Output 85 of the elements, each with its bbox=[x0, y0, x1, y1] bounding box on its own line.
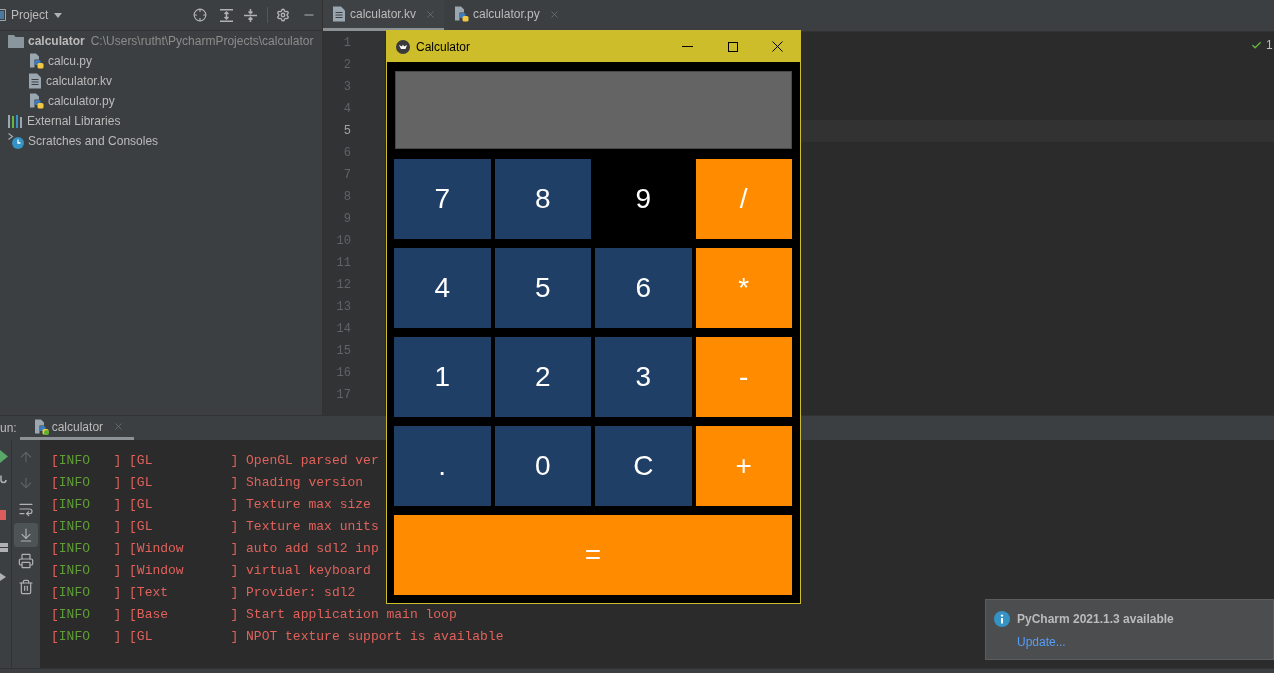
arrow-icon[interactable] bbox=[0, 573, 6, 581]
log-source: [GL ] bbox=[129, 628, 239, 647]
log-message: NPOT texture support is available bbox=[246, 628, 504, 647]
down-arrow-icon bbox=[18, 475, 34, 491]
tree-item[interactable]: External Libraries bbox=[27, 112, 121, 130]
log-source: [GL ] bbox=[129, 496, 239, 515]
settings-icon[interactable] bbox=[276, 8, 290, 22]
hook-icon[interactable] bbox=[0, 475, 7, 484]
python-file-icon bbox=[453, 6, 470, 22]
log-level: [INFO ] bbox=[51, 562, 122, 581]
problems-count[interactable]: 1 bbox=[1266, 36, 1273, 54]
minimize-icon bbox=[682, 46, 693, 47]
caret-icon bbox=[54, 12, 63, 18]
expand-all-icon[interactable] bbox=[220, 8, 233, 22]
log-level: [INFO ] bbox=[51, 584, 122, 603]
log-source: [Base ] bbox=[129, 606, 239, 625]
log-level: [INFO ] bbox=[51, 628, 122, 647]
log-source: [Text ] bbox=[129, 584, 239, 603]
python-file-icon bbox=[28, 93, 44, 109]
notification-title: PyCharm 2021.1.3 available bbox=[1017, 611, 1174, 628]
console-tool-button[interactable] bbox=[14, 523, 38, 547]
log-message: Texture max size bbox=[246, 496, 371, 515]
locate-icon[interactable] bbox=[193, 8, 207, 22]
log-level: [INFO ] bbox=[51, 540, 122, 559]
log-message: OpenGL parsed ver bbox=[246, 452, 379, 471]
calculator-key[interactable]: . bbox=[394, 426, 491, 506]
logo-icon bbox=[396, 39, 410, 54]
calculator-key[interactable]: 0 bbox=[494, 426, 591, 506]
log-message: auto add sdl2 inp bbox=[246, 540, 379, 559]
log-message: Provider: sdl2 bbox=[246, 584, 356, 603]
print-icon bbox=[18, 553, 34, 569]
log-message: Shading version bbox=[246, 474, 364, 493]
soft-wrap-icon bbox=[18, 501, 34, 517]
calculator-key[interactable]: 7 bbox=[394, 159, 491, 239]
log-level: [INFO ] bbox=[51, 474, 122, 493]
panel-icon[interactable] bbox=[0, 9, 6, 21]
update-link[interactable]: Update... bbox=[1017, 633, 1066, 651]
run-icon[interactable] bbox=[0, 450, 8, 463]
calculator-key[interactable]: 5 bbox=[494, 248, 591, 328]
project-view-dropdown[interactable]: Project bbox=[11, 6, 63, 24]
maximize-icon bbox=[727, 41, 738, 52]
log-level: [INFO ] bbox=[51, 606, 122, 625]
info-icon bbox=[994, 611, 1010, 627]
log-source: [Window ] bbox=[129, 562, 239, 581]
log-message: Start application main loop bbox=[246, 606, 457, 625]
tree-item[interactable]: calcu.py bbox=[48, 52, 93, 70]
log-source: [GL ] bbox=[129, 474, 239, 493]
tree-item[interactable]: Scratches and Consoles bbox=[28, 132, 159, 150]
calculator-key[interactable]: 8 bbox=[494, 159, 591, 239]
log-message: Texture max units bbox=[246, 518, 379, 537]
log-level: [INFO ] bbox=[51, 452, 122, 471]
tree-item[interactable]: calculator.kv bbox=[46, 72, 113, 90]
library-bars-icon bbox=[8, 114, 23, 128]
scratch-clock-icon bbox=[8, 133, 24, 149]
python-file-icon bbox=[28, 53, 44, 69]
run-panel-title: un: bbox=[0, 420, 17, 437]
scroll-to-end-icon bbox=[18, 527, 34, 543]
trash-icon bbox=[18, 579, 34, 595]
calculator-key[interactable]: C bbox=[595, 426, 692, 506]
calculator-key[interactable]: 6 bbox=[595, 248, 692, 328]
log-level: [INFO ] bbox=[51, 518, 122, 537]
up-arrow-icon bbox=[18, 449, 34, 465]
window-title: Calculator bbox=[416, 38, 471, 56]
calculator-key[interactable]: 1 bbox=[394, 337, 491, 417]
log-level: [INFO ] bbox=[51, 496, 122, 515]
tree-item[interactable]: calculator.py bbox=[48, 92, 115, 110]
tree-item[interactable]: calculator bbox=[28, 32, 85, 50]
close-icon bbox=[772, 41, 783, 52]
grid-icon[interactable] bbox=[0, 543, 8, 552]
log-source: [Window ] bbox=[129, 540, 239, 559]
calculator-key[interactable]: 4 bbox=[394, 248, 491, 328]
line-number: 5 bbox=[343, 123, 351, 140]
folder-icon bbox=[8, 34, 24, 48]
check-icon[interactable] bbox=[1251, 39, 1262, 51]
calculator-key[interactable]: 2 bbox=[494, 337, 591, 417]
log-message: virtual keyboard bbox=[246, 562, 371, 581]
text-file-icon bbox=[28, 73, 42, 89]
log-source: [GL ] bbox=[129, 518, 239, 537]
project-path: C:\Users\rutht\PycharmProjects\calculator bbox=[90, 33, 314, 50]
calculator-key[interactable]: 3 bbox=[595, 337, 692, 417]
log-source: [GL ] bbox=[129, 452, 239, 471]
python-run-icon bbox=[32, 418, 49, 435]
editor-tab[interactable]: calculator.py bbox=[444, 0, 568, 31]
collapse-all-icon[interactable] bbox=[244, 8, 257, 22]
text-file-icon bbox=[332, 6, 346, 22]
